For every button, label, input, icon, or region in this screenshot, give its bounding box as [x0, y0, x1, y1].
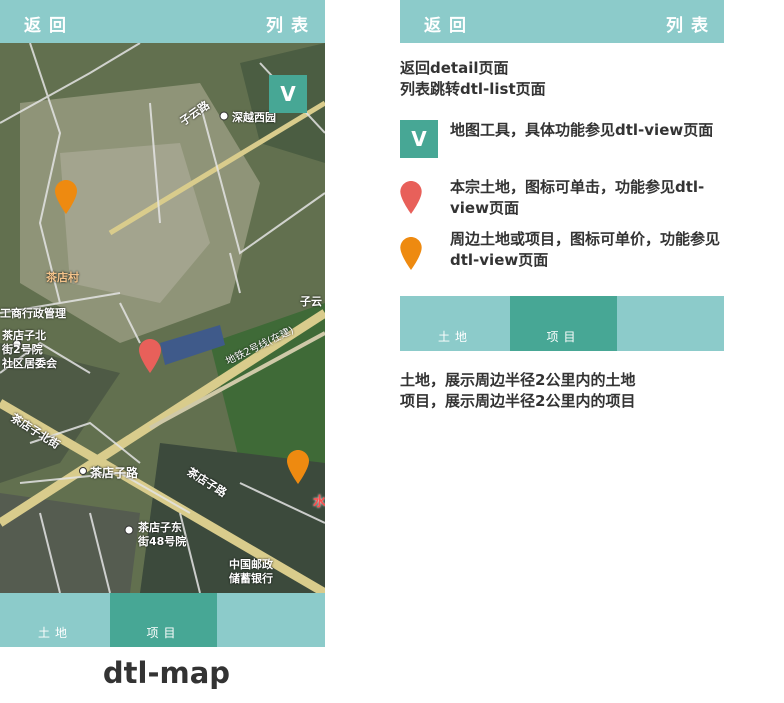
tab-note-line1: 土地，展示周边半径2公里内的土地	[400, 371, 636, 389]
annotation-back-label: 返回	[424, 16, 474, 36]
map-label-community: 茶店子北 街2号院 社区居委会	[2, 329, 57, 370]
bottom-tab-bar: 土地 项目	[0, 593, 325, 647]
map-tool-button[interactable]: V	[269, 75, 307, 113]
nearby-pin-icon	[400, 237, 422, 270]
nav-note: 返回detail页面 列表跳转dtl-list页面	[400, 58, 730, 100]
top-nav-bar: 返回 列表	[0, 0, 325, 43]
annotation-tab-land: 土地	[437, 330, 472, 344]
tab-land[interactable]: 土地	[0, 593, 110, 647]
annotation-tab-bar: 土地 项目	[400, 296, 724, 351]
nearby-pin-icon[interactable]	[287, 450, 309, 484]
annotation-list-label: 列表	[666, 16, 716, 36]
map-label-admin: 工商行政管理	[0, 307, 66, 320]
tab-note-line2: 项目，展示周边半径2公里内的项目	[400, 392, 636, 410]
tool-note: 地图工具，具体功能参见dtl-view页面	[450, 121, 714, 139]
tab-project[interactable]: 项目	[110, 593, 217, 647]
satellite-map[interactable]: 深越西园 子云路 茶店村 工商行政管理 茶店子北 街2号院 社区居委会 地铁2号…	[0, 43, 325, 593]
nav-note-line1: 返回detail页面	[400, 59, 509, 77]
map-label-edge: 水	[313, 495, 325, 510]
nearby-pin-icon[interactable]	[55, 180, 77, 214]
nearby-pin-note: 周边土地或项目，图标可单价，功能参见dtl-view页面	[450, 230, 721, 269]
map-label-road-right: 子云	[300, 295, 322, 308]
parcel-pin-icon[interactable]	[139, 339, 161, 373]
nav-note-line2: 列表跳转dtl-list页面	[400, 80, 546, 98]
list-button[interactable]: 列表	[266, 11, 316, 36]
map-label-village: 茶店村	[46, 271, 79, 284]
map-label-road-main: 茶店子路	[90, 466, 139, 480]
map-label-poi-east: 茶店子东 街48号院	[138, 521, 187, 548]
parcel-pin-note: 本宗土地，图标可单击，功能参见dtl-view页面	[450, 178, 705, 217]
annotation-top-bar: 返回 列表	[400, 0, 724, 43]
annotation-tool-icon: V	[400, 120, 438, 158]
phone-mockup: 返回 列表 深越西园 子云路 茶店村 工商行政管理 茶店子北 街2号院 社区居委…	[0, 0, 325, 647]
annotation-tab-project: 项目	[510, 296, 617, 351]
map-label-bank: 中国邮政 储蓄银行	[229, 558, 273, 585]
page-caption: dtl-map	[102, 656, 231, 690]
parcel-pin-icon	[400, 181, 422, 214]
back-button[interactable]: 返回	[24, 11, 74, 36]
tab-note: 土地，展示周边半径2公里内的土地 项目，展示周边半径2公里内的项目	[400, 370, 740, 412]
